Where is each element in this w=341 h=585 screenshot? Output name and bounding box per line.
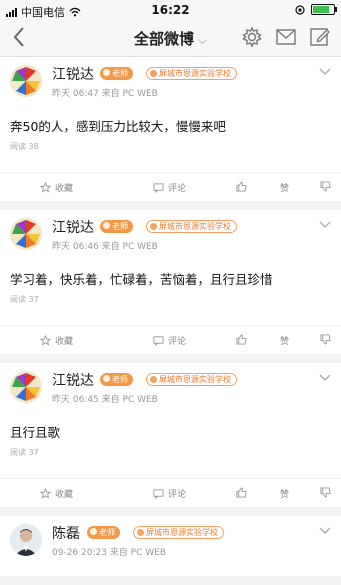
- dislike-button[interactable]: [320, 334, 331, 345]
- orientation-lock-icon: [295, 4, 305, 15]
- status-right-group: [295, 4, 337, 15]
- post-card[interactable]: 江锐达 老师 屏城市恩源实验学校 昨天 06:46 来自 PC WEB 学习着，…: [0, 210, 341, 354]
- star-icon: [40, 335, 51, 346]
- nav-title-text: 全部微博: [133, 30, 194, 48]
- like-label[interactable]: 赞: [280, 334, 289, 347]
- thumbs-up-icon: [236, 181, 247, 192]
- post-content: 且行且歌: [10, 425, 61, 440]
- post-menu-button[interactable]: [319, 218, 331, 232]
- post-header: 江锐达 老师 屏城市恩源实验学校 昨天 06:45 来自 PC WEB: [0, 363, 341, 411]
- star-icon: [40, 488, 51, 499]
- favorite-button[interactable]: 收藏: [40, 334, 73, 347]
- like-button[interactable]: [236, 334, 247, 345]
- avatar[interactable]: [10, 371, 42, 403]
- thumbs-down-icon: [320, 487, 331, 498]
- post-header: 江锐达 老师 屏城市恩源实验学校 昨天 06:46 来自 PC WEB: [0, 210, 341, 258]
- read-count: 阅读 37: [10, 295, 39, 304]
- post-actions: 收藏 评论 赞: [0, 172, 341, 201]
- avatar[interactable]: [10, 218, 42, 250]
- pinwheel-avatar-icon: [10, 65, 42, 97]
- like-label[interactable]: 赞: [280, 181, 289, 194]
- author-name[interactable]: 江锐达: [52, 64, 94, 84]
- post-menu-button[interactable]: [319, 371, 331, 385]
- author-name[interactable]: 陈磊: [52, 523, 80, 543]
- post-content: 奔50的人，感到压力比较大，慢慢来吧: [10, 119, 226, 134]
- comment-button[interactable]: 评论: [153, 334, 186, 347]
- post-card[interactable]: 陈磊 老师 屏城市恩源实验学校 09-26 20:23 来自 PC WEB: [0, 516, 341, 576]
- thumbs-down-icon: [320, 181, 331, 192]
- chevron-down-icon: ⌵: [197, 33, 208, 47]
- status-bar: 中国电信 16:22: [0, 0, 341, 20]
- post-card[interactable]: 江锐达 老师 屏城市恩源实验学校 昨天 06:47 来自 PC WEB 奔50的…: [0, 57, 341, 201]
- thumbs-up-icon: [236, 334, 247, 345]
- post-header: 陈磊 老师 屏城市恩源实验学校 09-26 20:23 来自 PC WEB: [0, 516, 341, 564]
- feed-list: 江锐达 老师 屏城市恩源实验学校 昨天 06:47 来自 PC WEB 奔50的…: [0, 57, 341, 585]
- post-card[interactable]: 江锐达 老师 屏城市恩源实验学校 昨天 06:45 来自 PC WEB 且行且歌…: [0, 363, 341, 507]
- post-menu-button[interactable]: [319, 65, 331, 79]
- school-badge[interactable]: 屏城市恩源实验学校: [146, 220, 237, 233]
- author-name[interactable]: 江锐达: [52, 370, 94, 390]
- dislike-button[interactable]: [320, 181, 331, 192]
- post-meta: 昨天 06:45 来自 PC WEB: [52, 395, 158, 405]
- school-badge[interactable]: 屏城市恩源实验学校: [146, 373, 237, 386]
- like-button[interactable]: [236, 487, 247, 498]
- teacher-badge: 老师: [100, 67, 133, 80]
- read-count: 阅读 37: [10, 448, 39, 457]
- chevron-down-icon: [319, 527, 331, 534]
- favorite-button[interactable]: 收藏: [40, 181, 73, 194]
- school-badge[interactable]: 屏城市恩源实验学校: [133, 526, 224, 539]
- like-label[interactable]: 赞: [280, 487, 289, 500]
- post-actions: 收藏 评论 赞: [0, 325, 341, 354]
- pinwheel-avatar-icon: [10, 371, 42, 403]
- comment-label: 评论: [168, 337, 187, 347]
- teacher-badge: 老师: [87, 526, 120, 539]
- settings-gear-icon[interactable]: [241, 26, 263, 48]
- post-content: 学习着，快乐着，忙碌着，苦恼着，且行且珍惜: [10, 272, 273, 287]
- chevron-down-icon: [319, 374, 331, 381]
- read-count: 阅读 38: [10, 142, 39, 151]
- comment-button[interactable]: 评论: [153, 487, 186, 500]
- comment-button[interactable]: 评论: [153, 181, 186, 194]
- post-meta: 昨天 06:47 来自 PC WEB: [52, 89, 158, 99]
- message-mail-icon[interactable]: [275, 26, 297, 48]
- thumbs-up-icon: [236, 487, 247, 498]
- teacher-badge: 老师: [100, 373, 133, 386]
- dislike-button[interactable]: [320, 487, 331, 498]
- nav-bar: 全部微博 ⌵: [0, 20, 341, 57]
- favorite-label: 收藏: [55, 184, 74, 194]
- comment-icon: [153, 336, 164, 346]
- post-menu-button[interactable]: [319, 524, 331, 538]
- status-time: 16:22: [151, 3, 190, 17]
- avatar[interactable]: [10, 524, 42, 556]
- like-button[interactable]: [236, 181, 247, 192]
- star-icon: [40, 182, 51, 193]
- comment-label: 评论: [168, 490, 187, 500]
- nav-icons: [241, 26, 331, 48]
- favorite-button[interactable]: 收藏: [40, 487, 73, 500]
- teacher-badge: 老师: [100, 220, 133, 233]
- chevron-down-icon: [319, 68, 331, 75]
- compose-edit-icon[interactable]: [309, 26, 331, 48]
- favorite-label: 收藏: [55, 490, 74, 500]
- pinwheel-avatar-icon: [10, 218, 42, 250]
- comment-icon: [153, 489, 164, 499]
- post-header: 江锐达 老师 屏城市恩源实验学校 昨天 06:47 来自 PC WEB: [0, 57, 341, 105]
- favorite-label: 收藏: [55, 337, 74, 347]
- person-avatar-icon: [10, 524, 42, 556]
- battery-icon: [311, 4, 337, 15]
- chevron-down-icon: [319, 221, 331, 228]
- school-badge[interactable]: 屏城市恩源实验学校: [146, 67, 237, 80]
- comment-label: 评论: [168, 184, 187, 194]
- author-name[interactable]: 江锐达: [52, 217, 94, 237]
- comment-icon: [153, 183, 164, 193]
- post-meta: 09-26 20:23 来自 PC WEB: [52, 548, 167, 558]
- avatar[interactable]: [10, 65, 42, 97]
- post-actions: 收藏 评论 赞: [0, 478, 341, 507]
- thumbs-down-icon: [320, 334, 331, 345]
- post-meta: 昨天 06:46 来自 PC WEB: [52, 242, 158, 252]
